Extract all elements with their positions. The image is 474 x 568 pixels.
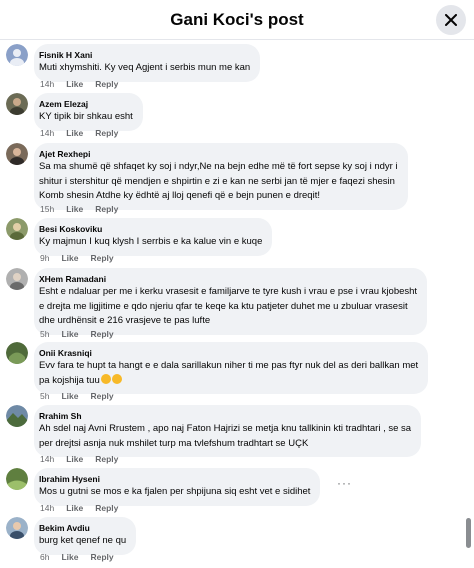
reply-button[interactable]: Reply bbox=[90, 252, 113, 264]
like-button[interactable]: Like bbox=[61, 551, 78, 563]
comment-actions: 14h Like Reply bbox=[40, 127, 118, 139]
comment-text-line: Sa ma shumë që shfaqet ky soj i ndyr,Ne … bbox=[39, 161, 398, 172]
like-button[interactable]: Like bbox=[66, 453, 83, 465]
reply-button[interactable]: Reply bbox=[95, 127, 118, 139]
close-icon bbox=[445, 14, 457, 26]
close-button[interactable] bbox=[436, 5, 466, 35]
comment-author[interactable]: Rrahim Sh bbox=[39, 410, 411, 422]
comment-text-line: Ah sdel naj Avni Rrustem , apo naj Faton… bbox=[39, 423, 412, 434]
comment-text-line: pa kojshija tuu bbox=[39, 373, 418, 389]
comment-bubble: Azem Elezaj KY tipik bir shkau esht bbox=[34, 93, 143, 131]
comment-time[interactable]: 14h bbox=[40, 78, 54, 90]
comment-bubble: Besi Koskoviku Ky majmun I kuq klysh I s… bbox=[34, 218, 273, 256]
comment-time[interactable]: 14h bbox=[40, 127, 54, 139]
comment-bubble: Bekim Avdiu burg ket qenef ne qu bbox=[34, 517, 137, 555]
like-button[interactable]: Like bbox=[66, 502, 83, 514]
sad-face-icon bbox=[111, 373, 122, 384]
comment-author[interactable]: Ajet Rexhepi bbox=[39, 148, 398, 160]
reply-button[interactable]: Reply bbox=[95, 453, 118, 465]
avatar[interactable] bbox=[6, 268, 28, 290]
comment-time[interactable]: 14h bbox=[40, 502, 54, 514]
more-options-icon[interactable]: ··· bbox=[337, 476, 352, 490]
like-button[interactable]: Like bbox=[66, 127, 83, 139]
comment-bubble: Rrahim Sh Ah sdel naj Avni Rrustem , apo… bbox=[34, 405, 422, 457]
avatar[interactable] bbox=[6, 93, 28, 115]
comment-text-line: per drejtsi asnja nuk mshilet turp ma tv… bbox=[39, 437, 309, 449]
avatar[interactable] bbox=[6, 468, 28, 490]
comment-actions: 6h Like Reply bbox=[40, 551, 114, 563]
like-button[interactable]: Like bbox=[61, 328, 78, 340]
reply-button[interactable]: Reply bbox=[95, 502, 118, 514]
comment-text: burg ket qenef ne qu bbox=[39, 535, 127, 546]
avatar[interactable] bbox=[6, 342, 28, 364]
comment-text: Ky majmun I kuq klysh I serrbis e ka kal… bbox=[39, 236, 263, 247]
comment-bubble: Fisnik H Xani Muti xhymshiti. Ky veq Agj… bbox=[34, 44, 261, 82]
comment-actions: 5h Like Reply bbox=[40, 390, 114, 402]
comment-text-line: Evv fara te hupt ta hangt e e dala saril… bbox=[39, 360, 419, 371]
reply-button[interactable]: Reply bbox=[95, 78, 118, 90]
sad-face-icon bbox=[100, 373, 111, 384]
comment-time[interactable]: 6h bbox=[40, 551, 49, 563]
comment-text-line: dhe urdhënsit e 216 vrasjeve te pas luft… bbox=[39, 315, 211, 326]
avatar[interactable] bbox=[6, 517, 28, 539]
comment-author[interactable]: Besi Koskoviku bbox=[39, 223, 262, 235]
comment-actions: 14h Like Reply bbox=[40, 78, 118, 90]
comment-actions: 9h Like Reply bbox=[40, 252, 114, 264]
reply-button[interactable]: Reply bbox=[90, 390, 113, 402]
comment-author[interactable]: Azem Elezaj bbox=[39, 98, 133, 110]
reply-button[interactable]: Reply bbox=[90, 551, 113, 563]
comment-time[interactable]: 9h bbox=[40, 252, 49, 264]
comment-author[interactable]: Fisnik H Xani bbox=[39, 49, 250, 61]
comment-time[interactable]: 14h bbox=[40, 453, 54, 465]
comment-actions: 14h Like Reply bbox=[40, 502, 118, 514]
comment-text: Mos u gutni se mos e ka fjalen per shpij… bbox=[39, 486, 311, 497]
comment-actions: 5h Like Reply bbox=[40, 328, 114, 340]
like-button[interactable]: Like bbox=[61, 390, 78, 402]
comment-bubble: Ibrahim Hyseni Mos u gutni se mos e ka f… bbox=[34, 468, 321, 506]
comment-text-line: Komb shesin Atdhe ky ëdhtë aj lloj qenef… bbox=[39, 190, 320, 201]
comment-author[interactable]: Bekim Avdiu bbox=[39, 522, 126, 534]
like-button[interactable]: Like bbox=[66, 203, 83, 215]
comment-author[interactable]: XHem Ramadani bbox=[39, 273, 417, 285]
post-header: Gani Koci's post bbox=[0, 0, 474, 40]
avatar[interactable] bbox=[6, 218, 28, 240]
like-button[interactable]: Like bbox=[66, 78, 83, 90]
comment-text-line: e drejta me ligjitime e qdo njeriu qfar … bbox=[39, 300, 408, 312]
comment-text-line: shitur i stershitur që mendjen e shpirti… bbox=[39, 175, 395, 187]
comment-author[interactable]: Onii Krasniqi bbox=[39, 347, 418, 359]
reply-button[interactable]: Reply bbox=[95, 203, 118, 215]
avatar[interactable] bbox=[6, 405, 28, 427]
comment-text-fragment: pa kojshija tuu bbox=[39, 374, 100, 386]
comment-text-line: Esht e ndaluar per me i kerku vrasesit e… bbox=[39, 286, 418, 297]
comment-actions: 15h Like Reply bbox=[40, 203, 118, 215]
like-button[interactable]: Like bbox=[61, 252, 78, 264]
scrollbar-thumb[interactable] bbox=[466, 518, 471, 548]
comment-bubble: XHem Ramadani Esht e ndaluar per me i ke… bbox=[34, 268, 428, 335]
comment-actions: 14h Like Reply bbox=[40, 453, 118, 465]
avatar[interactable] bbox=[6, 143, 28, 165]
avatar[interactable] bbox=[6, 44, 28, 66]
comment-author[interactable]: Ibrahim Hyseni bbox=[39, 473, 310, 485]
comment-bubble: Ajet Rexhepi Sa ma shumë që shfaqet ky s… bbox=[34, 143, 408, 210]
comment-time[interactable]: 5h bbox=[40, 390, 49, 402]
comment-bubble: Onii Krasniqi Evv fara te hupt ta hangt … bbox=[34, 342, 429, 394]
comment-time[interactable]: 15h bbox=[40, 203, 54, 215]
reply-button[interactable]: Reply bbox=[90, 328, 113, 340]
comment-text: KY tipik bir shkau esht bbox=[39, 111, 133, 122]
comment-text: Muti xhymshiti. Ky veq Agjent i serbis m… bbox=[39, 62, 251, 73]
comment-time[interactable]: 5h bbox=[40, 328, 49, 340]
post-title: Gani Koci's post bbox=[170, 10, 304, 29]
